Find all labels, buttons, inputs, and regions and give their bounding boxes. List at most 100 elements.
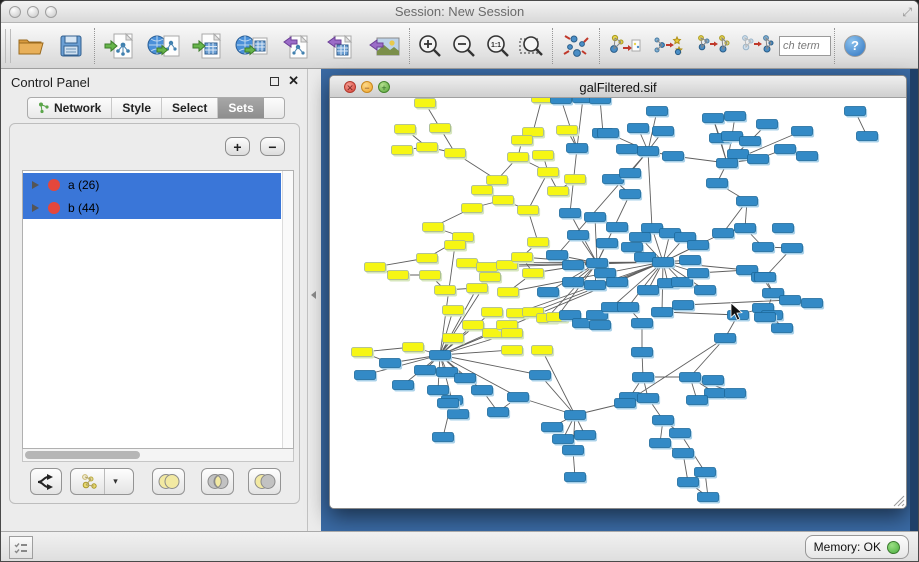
graph-node-yellow[interactable]: [388, 271, 409, 280]
graph-node-blue[interactable]: [415, 366, 436, 375]
graph-node-yellow[interactable]: [528, 238, 549, 247]
scrollbar-thumb[interactable]: [25, 451, 140, 459]
graph-node-blue[interactable]: [725, 112, 746, 121]
graph-node-blue[interactable]: [773, 224, 794, 233]
zoom-selected-button[interactable]: [515, 26, 549, 66]
graph-node-blue[interactable]: [680, 373, 701, 382]
graph-node-blue[interactable]: [563, 278, 584, 287]
graph-node-blue[interactable]: [728, 150, 749, 159]
graph-node-yellow[interactable]: [395, 125, 416, 134]
tab-sets[interactable]: Sets: [218, 98, 263, 118]
export-image-button[interactable]: [362, 26, 406, 66]
graph-node-blue[interactable]: [590, 98, 611, 104]
select-first-neighbors-button[interactable]: [647, 26, 691, 66]
graph-node-blue[interactable]: [565, 473, 586, 482]
graph-node-blue[interactable]: [448, 410, 469, 419]
zoom-actual-size-button[interactable]: 1:1: [481, 26, 515, 66]
graph-node-blue[interactable]: [647, 107, 668, 116]
graph-node-blue[interactable]: [687, 396, 708, 405]
graph-node-blue[interactable]: [560, 209, 581, 218]
help-button[interactable]: ?: [838, 26, 872, 66]
graph-node-blue[interactable]: [755, 273, 776, 282]
graph-node-blue[interactable]: [757, 120, 778, 129]
intersect-sets-button[interactable]: [201, 468, 234, 495]
graph-node-yellow[interactable]: [430, 124, 451, 133]
graph-node-yellow[interactable]: [445, 149, 466, 158]
graph-node-blue[interactable]: [598, 129, 619, 138]
graph-node-blue[interactable]: [551, 98, 572, 104]
graph-node-blue[interactable]: [740, 137, 761, 146]
graph-node-blue[interactable]: [638, 286, 659, 295]
title-bar[interactable]: Session: New Session ⤢: [1, 1, 918, 23]
export-network-button[interactable]: [274, 26, 318, 66]
graph-node-blue[interactable]: [620, 169, 641, 178]
graph-node-blue[interactable]: [857, 132, 878, 141]
vertical-scrollbar[interactable]: [282, 171, 293, 448]
network-diff-button[interactable]: [735, 26, 779, 66]
graph-node-yellow[interactable]: [512, 253, 533, 262]
network-canvas[interactable]: [330, 98, 906, 509]
graph-node-blue[interactable]: [650, 439, 671, 448]
graph-node-yellow[interactable]: [538, 168, 559, 177]
sets-list[interactable]: a (26) b (44): [22, 170, 294, 449]
graph-node-yellow[interactable]: [420, 271, 441, 280]
chevron-down-icon[interactable]: ▾: [104, 469, 126, 494]
graph-node-blue[interactable]: [725, 389, 746, 398]
graph-node-blue[interactable]: [698, 493, 719, 502]
graph-node-yellow[interactable]: [482, 308, 503, 317]
graph-node-blue[interactable]: [632, 319, 653, 328]
add-set-button[interactable]: +: [225, 137, 250, 156]
graph-node-blue[interactable]: [620, 190, 641, 199]
graph-node-yellow[interactable]: [523, 269, 544, 278]
graph-node-blue[interactable]: [430, 351, 451, 360]
graph-node-yellow[interactable]: [480, 273, 501, 282]
graph-node-yellow[interactable]: [508, 153, 529, 162]
graph-node-yellow[interactable]: [557, 126, 578, 135]
graph-node-blue[interactable]: [845, 107, 866, 116]
horizontal-scrollbar[interactable]: [22, 449, 294, 462]
graph-node-blue[interactable]: [595, 269, 616, 278]
graph-node-blue[interactable]: [433, 433, 454, 442]
graph-node-blue[interactable]: [673, 301, 694, 310]
graph-node-blue[interactable]: [772, 324, 793, 333]
memory-status-button[interactable]: Memory: OK: [805, 535, 909, 559]
graph-node-yellow[interactable]: [498, 288, 519, 297]
graph-node-yellow[interactable]: [403, 343, 424, 352]
graph-node-blue[interactable]: [590, 321, 611, 330]
graph-node-blue[interactable]: [715, 334, 736, 343]
graph-node-yellow[interactable]: [493, 196, 514, 205]
graph-node-blue[interactable]: [703, 114, 724, 123]
graph-node-blue[interactable]: [607, 223, 628, 232]
import-network-url-button[interactable]: [142, 26, 186, 66]
graph-node-blue[interactable]: [782, 244, 803, 253]
graph-node-yellow[interactable]: [502, 346, 523, 355]
graph-node-yellow[interactable]: [472, 186, 493, 195]
graph-node-blue[interactable]: [563, 261, 584, 270]
zoom-in-button[interactable]: [413, 26, 447, 66]
graph-node-blue[interactable]: [688, 241, 709, 250]
graph-node-blue[interactable]: [695, 468, 716, 477]
network-view-window[interactable]: ✕ − + galFiltered.sif: [329, 75, 907, 509]
graph-node-yellow[interactable]: [435, 286, 456, 295]
graph-node-blue[interactable]: [638, 394, 659, 403]
resize-grip-icon[interactable]: [894, 496, 904, 506]
graph-node-blue[interactable]: [472, 386, 493, 395]
graph-node-blue[interactable]: [703, 376, 724, 385]
graph-node-blue[interactable]: [565, 411, 586, 420]
new-network-from-selection-button[interactable]: [603, 26, 647, 66]
graph-node-blue[interactable]: [575, 431, 596, 440]
graph-node-blue[interactable]: [587, 259, 608, 268]
collapse-panel-icon[interactable]: [311, 291, 316, 299]
graph-node-blue[interactable]: [713, 229, 734, 238]
graph-node-yellow[interactable]: [502, 329, 523, 338]
graph-node-blue[interactable]: [508, 393, 529, 402]
graph-node-yellow[interactable]: [462, 204, 483, 213]
graph-node-blue[interactable]: [628, 124, 649, 133]
graph-node-blue[interactable]: [617, 145, 638, 154]
expander-icon[interactable]: [32, 204, 39, 212]
graph-node-blue[interactable]: [797, 152, 818, 161]
graph-node-blue[interactable]: [707, 179, 728, 188]
graph-node-blue[interactable]: [568, 231, 589, 240]
graph-node-blue[interactable]: [585, 213, 606, 222]
tab-select[interactable]: Select: [162, 98, 218, 118]
